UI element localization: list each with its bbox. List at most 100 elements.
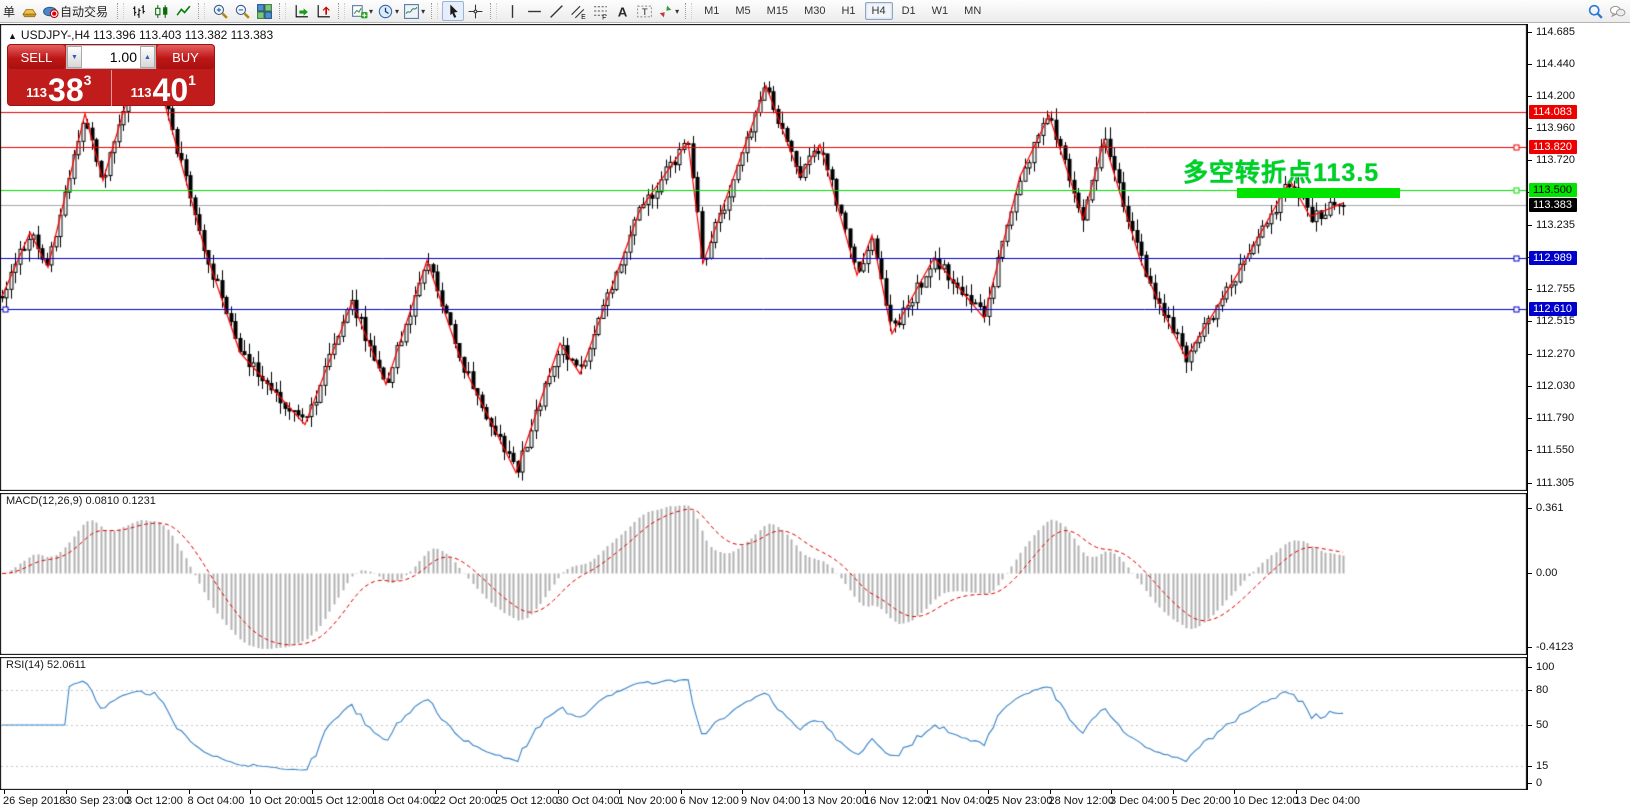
text-icon[interactable]: A bbox=[611, 1, 633, 21]
collapse-panel-icon[interactable]: ▲ bbox=[8, 31, 17, 41]
bar-chart-icon[interactable] bbox=[128, 1, 150, 21]
candlestick-chart-icon[interactable] bbox=[150, 1, 172, 21]
arrows-icon[interactable]: ▾ bbox=[655, 1, 681, 21]
price-axis[interactable]: 114.685114.440114.200113.960113.720113.4… bbox=[1527, 24, 1630, 790]
dropdown-caret-icon: ▾ bbox=[395, 7, 399, 16]
timeframe-mn-button[interactable]: MN bbox=[957, 2, 988, 20]
timeframe-m15-button[interactable]: M15 bbox=[760, 2, 795, 20]
price-tick-label: 111.550 bbox=[1536, 444, 1626, 456]
time-tick-label: 22 Oct 20:00 bbox=[434, 795, 497, 807]
axis-tick-mark bbox=[1528, 766, 1532, 767]
rsi-label: RSI(14) 52.0611 bbox=[6, 659, 86, 671]
rsi-name: RSI(14) bbox=[6, 659, 44, 671]
sell-price-sup: 3 bbox=[84, 72, 92, 88]
new-order-button[interactable]: 单 bbox=[3, 3, 15, 20]
rsi-value: 52.0611 bbox=[47, 659, 86, 671]
time-tick-mark bbox=[435, 790, 436, 794]
templates-menu-icon[interactable]: ▾ bbox=[401, 1, 427, 21]
sell-button[interactable]: SELL bbox=[8, 45, 65, 69]
fibonacci-icon[interactable]: F bbox=[589, 1, 611, 21]
sell-price-display[interactable]: 113 38 3 bbox=[7, 70, 112, 106]
crosshair-icon[interactable] bbox=[464, 1, 486, 21]
time-tick-mark bbox=[927, 790, 928, 794]
new-chart-icon[interactable]: ▾ bbox=[349, 1, 375, 21]
search-icon[interactable] bbox=[1584, 1, 1606, 21]
autotrading-button-label: 自动交易 bbox=[60, 3, 108, 20]
timeframe-m30-button[interactable]: M30 bbox=[797, 2, 832, 20]
toolbar-grip bbox=[490, 3, 497, 19]
time-tick-label: 10 Dec 12:00 bbox=[1233, 795, 1298, 807]
price-tick-label: 114.200 bbox=[1536, 90, 1626, 102]
svg-text:F: F bbox=[602, 14, 606, 20]
axis-tick-mark bbox=[1528, 573, 1532, 574]
time-tick-mark bbox=[1111, 790, 1112, 794]
rsi-indicator-chart[interactable] bbox=[0, 657, 1527, 790]
macd-axis-label: 0.361 bbox=[1536, 502, 1626, 514]
time-tick-label: 18 Oct 04:00 bbox=[372, 795, 435, 807]
time-tick-mark bbox=[742, 790, 743, 794]
time-tick-mark bbox=[558, 790, 559, 794]
rsi-axis-label: 0 bbox=[1536, 777, 1626, 789]
time-tick-mark bbox=[865, 790, 866, 794]
pivot-annotation-bar[interactable] bbox=[1237, 188, 1400, 198]
time-tick-mark bbox=[988, 790, 989, 794]
cursor-icon[interactable] bbox=[442, 1, 464, 21]
horizontal-line-icon[interactable] bbox=[523, 1, 545, 21]
toolbar-grip bbox=[198, 3, 205, 19]
axis-tick-mark bbox=[1528, 32, 1532, 33]
timeframe-d1-button[interactable]: D1 bbox=[895, 2, 923, 20]
line-chart-icon[interactable] bbox=[172, 1, 194, 21]
trendline-icon[interactable] bbox=[545, 1, 567, 21]
timeframe-w1-button[interactable]: W1 bbox=[925, 2, 956, 20]
tile-windows-icon[interactable] bbox=[253, 1, 275, 21]
sell-price-prefix: 113 bbox=[26, 85, 47, 100]
macd-indicator-chart[interactable] bbox=[0, 493, 1527, 655]
volume-increase-button[interactable]: ▲ bbox=[140, 46, 155, 68]
auto-scroll-icon[interactable] bbox=[290, 1, 312, 21]
price-tick-label: 113.960 bbox=[1536, 122, 1626, 134]
axis-tick-mark bbox=[1528, 128, 1532, 129]
timeframe-m1-button[interactable]: M1 bbox=[697, 2, 726, 20]
buy-price-display[interactable]: 113 40 1 bbox=[112, 70, 216, 106]
toolbar-grip bbox=[431, 3, 438, 19]
buy-button[interactable]: BUY bbox=[157, 45, 214, 69]
equidistant-channel-icon[interactable]: E bbox=[567, 1, 589, 21]
macd-name: MACD(12,26,9) bbox=[6, 495, 82, 507]
periods-menu-icon[interactable]: ▾ bbox=[375, 1, 401, 21]
axis-tick-mark bbox=[1528, 96, 1532, 97]
axis-tick-mark bbox=[1528, 783, 1532, 784]
timeframe-m5-button[interactable]: M5 bbox=[728, 2, 757, 20]
mt4-terminal: 单自动交易▾▾▾EFAT▾M1M5M15M30H1H4D1W1MN ▲USDJP… bbox=[0, 0, 1630, 812]
volume-input[interactable] bbox=[82, 46, 140, 68]
rsi-axis-label: 100 bbox=[1536, 661, 1626, 673]
toolbar-grip bbox=[685, 3, 692, 19]
time-tick-mark bbox=[1234, 790, 1235, 794]
volume-decrease-button[interactable]: ▼ bbox=[67, 46, 82, 68]
time-tick-label: 3 Dec 04:00 bbox=[1110, 795, 1169, 807]
timeframe-h4-button[interactable]: H4 bbox=[865, 2, 893, 20]
time-tick-label: 9 Nov 04:00 bbox=[741, 795, 800, 807]
buy-price-prefix: 113 bbox=[131, 85, 152, 100]
chart-shift-icon[interactable] bbox=[312, 1, 334, 21]
time-tick-mark bbox=[312, 790, 313, 794]
chat-icon[interactable] bbox=[1606, 1, 1628, 21]
timeframe-h1-button[interactable]: H1 bbox=[834, 2, 862, 20]
zoom-out-icon[interactable] bbox=[231, 1, 253, 21]
time-tick-mark bbox=[681, 790, 682, 794]
main-price-chart[interactable] bbox=[0, 24, 1527, 491]
gold-icon[interactable] bbox=[18, 1, 40, 21]
price-tick-label: 112.030 bbox=[1536, 380, 1626, 392]
time-axis[interactable]: 26 Sep 201830 Sep 23:003 Oct 12:008 Oct … bbox=[0, 790, 1630, 812]
autotrading-button[interactable]: 自动交易 bbox=[40, 1, 113, 21]
price-tick-label: 111.790 bbox=[1536, 412, 1626, 424]
vertical-line-icon[interactable] bbox=[501, 1, 523, 21]
level-price-label: 114.083 bbox=[1529, 105, 1577, 119]
one-click-trading-panel: SELL ▼ ▲ BUY 113 38 3 113 40 1 bbox=[7, 44, 215, 106]
time-tick-mark bbox=[496, 790, 497, 794]
zoom-in-icon[interactable] bbox=[209, 1, 231, 21]
axis-tick-mark bbox=[1528, 508, 1532, 509]
text-label-icon[interactable]: T bbox=[633, 1, 655, 21]
time-tick-mark bbox=[1050, 790, 1051, 794]
pivot-annotation-text[interactable]: 多空转折点113.5 bbox=[1183, 153, 1379, 189]
rsi-axis-label: 15 bbox=[1536, 760, 1626, 772]
